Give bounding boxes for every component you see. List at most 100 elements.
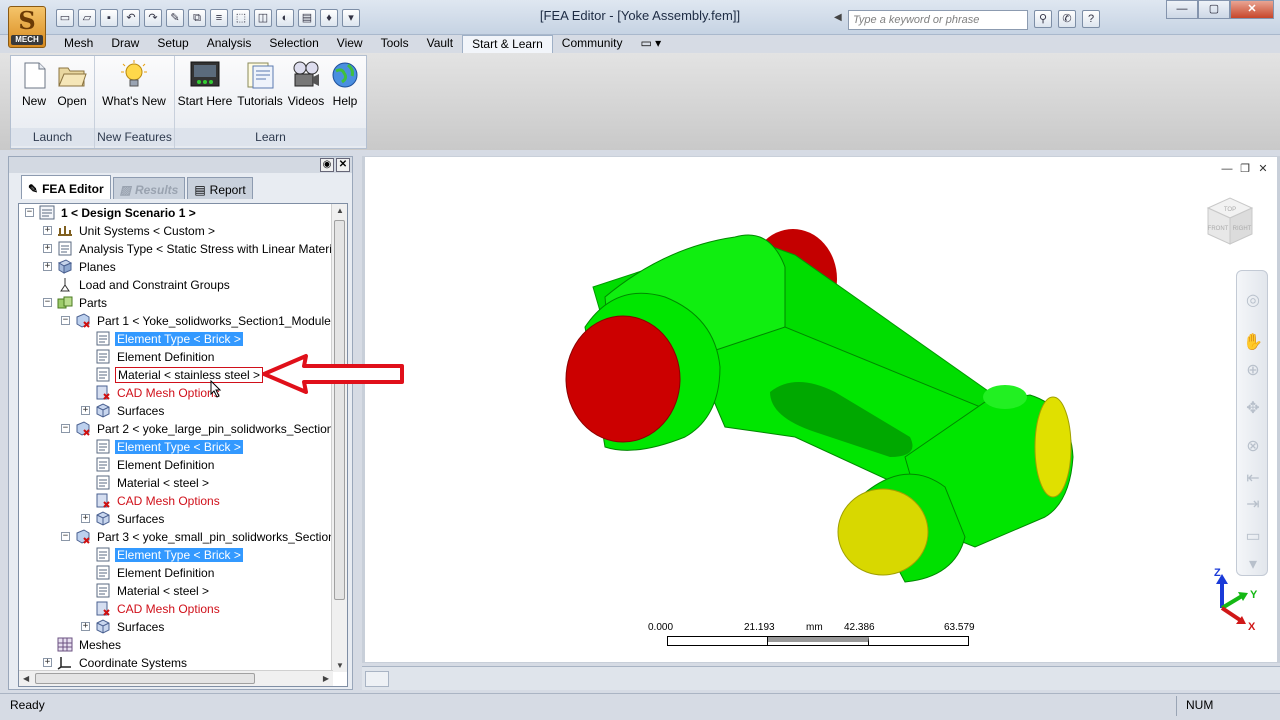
expand-icon[interactable]: + (43, 244, 52, 253)
expand-icon[interactable]: + (81, 622, 90, 631)
save-icon[interactable]: ▪ (100, 9, 118, 27)
tree-item[interactable]: − Part 2 < yoke_large_pin_solidworks_Sect… (19, 420, 347, 438)
pan-hand-icon[interactable]: ✋ (1241, 331, 1265, 355)
view-cube[interactable]: TOP FRONT RIGHT (1200, 190, 1260, 250)
scroll-down-icon[interactable]: ▼ (336, 661, 344, 670)
expand-icon[interactable]: + (81, 406, 90, 415)
close-icon[interactable]: ✕ (1256, 163, 1270, 176)
extents-icon[interactable]: ⇥ (1241, 493, 1265, 517)
ribbon-options-icon[interactable]: ▭ ▾ (631, 35, 670, 53)
tree-horizontal-scrollbar[interactable]: ◀ ▶ (19, 670, 333, 686)
tree-item[interactable]: CAD Mesh Options (19, 492, 333, 510)
scroll-left-icon[interactable]: ◀ (23, 674, 29, 683)
start-here-button[interactable]: Start Here (177, 60, 233, 108)
maximize-icon[interactable]: ▢ (1198, 0, 1230, 19)
expand-icon[interactable]: + (43, 658, 52, 667)
whats-new-button[interactable]: What's New (99, 60, 169, 108)
help-button[interactable]: Help (327, 60, 363, 108)
scroll-up-icon[interactable]: ▲ (336, 206, 344, 215)
sketch-icon[interactable]: ✎ (166, 9, 184, 27)
new-file-icon[interactable]: ▭ (56, 9, 74, 27)
zoom-icon[interactable]: ⊕ (1241, 359, 1265, 383)
tree-item[interactable]: + Analysis Type < Static Stress with Line… (19, 240, 347, 258)
fit-icon[interactable]: ⇤ (1241, 467, 1265, 491)
tree-item[interactable]: − 1 < Design Scenario 1 > (19, 204, 333, 222)
steering-wheel-icon[interactable]: ◎ (1241, 289, 1265, 313)
copy-icon[interactable]: ⧉ (188, 9, 206, 27)
tab-analysis[interactable]: Analysis (198, 35, 261, 53)
restore-icon[interactable]: ❐ (1238, 163, 1252, 176)
tree-item[interactable]: + Surfaces (19, 402, 333, 420)
collapse-icon[interactable]: − (61, 424, 70, 433)
window-zoom-icon[interactable]: ▭ (1241, 525, 1265, 549)
tree-vertical-scrollbar[interactable]: ▲ ▼ (331, 204, 347, 672)
report-icon[interactable]: ▤ (298, 9, 316, 27)
tab-tools[interactable]: Tools (372, 35, 418, 53)
collapse-icon[interactable]: − (61, 316, 70, 325)
tree-item[interactable]: + Unit Systems < Custom > (19, 222, 333, 240)
tab-draw[interactable]: Draw (102, 35, 148, 53)
help-icon[interactable]: ? (1082, 10, 1100, 28)
redo-icon[interactable]: ↷ (144, 9, 162, 27)
tab-fea-editor[interactable]: ✎ FEA Editor (21, 175, 111, 199)
tree-item[interactable]: − Part 3 < yoke_small_pin_solidworks_Sect… (19, 528, 347, 546)
minimize-icon[interactable]: — (1220, 163, 1234, 176)
tree-item[interactable]: Element Type < Brick > (19, 546, 333, 564)
run-simulation-icon[interactable]: ♦ (320, 9, 338, 27)
tree-item[interactable]: CAD Mesh Options (19, 600, 333, 618)
selection-box-icon[interactable]: ⬚ (232, 9, 250, 27)
document-icon[interactable]: ≡ (210, 9, 228, 27)
search-expand-icon[interactable]: ◀ (834, 12, 842, 23)
tab-mesh[interactable]: Mesh (55, 35, 102, 53)
select-mode-icon[interactable]: ◫ (254, 9, 272, 27)
scrollbar-thumb[interactable] (35, 673, 255, 684)
scroll-right-icon[interactable]: ▶ (323, 674, 329, 683)
tab-vault[interactable]: Vault (418, 35, 462, 53)
collapse-icon[interactable]: − (43, 298, 52, 307)
minimize-icon[interactable]: — (1166, 0, 1198, 19)
visual-style-icon[interactable]: ◐ (276, 9, 294, 27)
search-input[interactable]: Type a keyword or phrase (848, 10, 1028, 30)
tree-item[interactable]: Element Type < Brick > (19, 330, 333, 348)
close-window-icon[interactable]: ✕ (1230, 0, 1274, 19)
tree-item[interactable]: Element Type < Brick > (19, 438, 333, 456)
collapse-icon[interactable]: − (25, 208, 34, 217)
customize-toolbar-icon[interactable]: ▾ (342, 9, 360, 27)
tab-selection[interactable]: Selection (260, 35, 327, 53)
tree-item[interactable]: Material < steel > (19, 582, 333, 600)
orbit-icon[interactable]: ✥ (1241, 397, 1265, 421)
tab-community[interactable]: Community (553, 35, 632, 53)
open-button[interactable]: Open (55, 60, 89, 108)
tree-item[interactable]: + Surfaces (19, 618, 333, 636)
communication-icon[interactable]: ✆ (1058, 10, 1076, 28)
tab-setup[interactable]: Setup (148, 35, 197, 53)
model-viewport[interactable] (365, 157, 1277, 662)
tree-item[interactable]: − Part 1 < Yoke_solidworks_Section1_Modul… (19, 312, 347, 330)
tab-report[interactable]: ▤ Report (187, 177, 253, 199)
tree-item[interactable]: + Surfaces (19, 510, 333, 528)
videos-button[interactable]: Videos (287, 60, 325, 108)
scrollbar-thumb[interactable] (334, 220, 345, 600)
expand-icon[interactable]: + (81, 514, 90, 523)
open-folder-icon[interactable]: ▱ (78, 9, 96, 27)
new-button[interactable]: New (17, 60, 51, 108)
close-panel-icon[interactable]: ✕ (336, 158, 350, 172)
tutorials-button[interactable]: Tutorials (235, 60, 285, 108)
collapse-icon[interactable]: − (61, 532, 70, 541)
tree-item[interactable]: + Planes (19, 258, 333, 276)
viewport-tab-area[interactable] (365, 671, 389, 687)
tree-item[interactable]: Material < steel > (19, 474, 333, 492)
undo-icon[interactable]: ↶ (122, 9, 140, 27)
tree-item[interactable]: Element Definition (19, 456, 333, 474)
tree-item[interactable]: Load and Constraint Groups (19, 276, 333, 294)
center-icon[interactable]: ⊗ (1241, 435, 1265, 459)
application-menu-button[interactable]: S MECH (8, 6, 46, 48)
tree-item[interactable]: − Parts (19, 294, 333, 312)
tab-results[interactable]: ▨ Results (112, 177, 186, 199)
expand-icon[interactable]: + (43, 226, 52, 235)
pin-icon[interactable]: ◉ (320, 158, 334, 172)
tree-item[interactable]: Element Definition (19, 564, 333, 582)
tab-view[interactable]: View (328, 35, 372, 53)
tree-item[interactable]: Meshes (19, 636, 333, 654)
expand-icon[interactable]: + (43, 262, 52, 271)
